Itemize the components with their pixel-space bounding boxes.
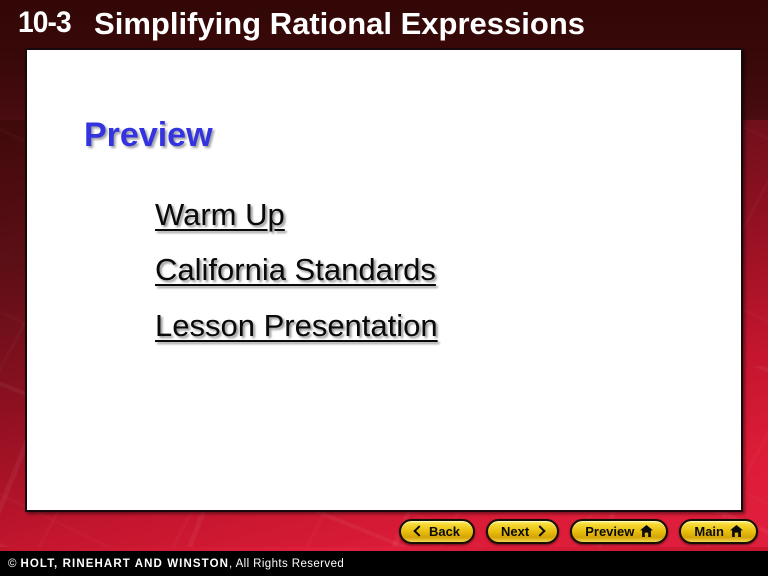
lesson-number: 10-3 bbox=[18, 6, 72, 39]
chevron-right-icon bbox=[535, 527, 544, 536]
slide-root: 10-3 Simplifying Rational Expressions Pr… bbox=[0, 0, 768, 576]
preview-link-list: Warm Up California Standards Lesson Pres… bbox=[155, 198, 438, 343]
publisher-name: HOLT, RINEHART AND WINSTON bbox=[20, 557, 230, 570]
copyright-text: © HOLT, RINEHART AND WINSTON, All Rights… bbox=[8, 558, 344, 570]
link-lesson-presentation[interactable]: Lesson Presentation bbox=[155, 308, 438, 342]
slide-content-panel: Preview Warm Up California Standards Les… bbox=[25, 48, 743, 512]
next-button-label: Next bbox=[501, 523, 530, 539]
main-button-label: Main bbox=[694, 523, 724, 539]
back-button-label: Back bbox=[428, 523, 461, 539]
lesson-title: Simplifying Rational Expressions bbox=[94, 5, 585, 41]
main-button[interactable]: Main bbox=[679, 518, 758, 544]
link-california-standards[interactable]: California Standards bbox=[155, 253, 436, 287]
copyright-symbol: © bbox=[8, 557, 21, 570]
footer-bar: © HOLT, RINEHART AND WINSTON, All Rights… bbox=[0, 551, 768, 576]
home-icon bbox=[730, 525, 743, 537]
link-warm-up[interactable]: Warm Up bbox=[155, 198, 285, 232]
preview-button-label: Preview bbox=[585, 523, 635, 539]
home-icon bbox=[640, 525, 654, 537]
next-button[interactable]: Next bbox=[486, 518, 560, 544]
chevron-left-icon bbox=[414, 527, 423, 536]
rights-reserved: , All Rights Reserved bbox=[229, 557, 345, 570]
preview-button[interactable]: Preview bbox=[570, 518, 669, 544]
back-button[interactable]: Back bbox=[398, 518, 476, 544]
page-title: Preview bbox=[84, 116, 213, 154]
slide-header: 10-3 Simplifying Rational Expressions bbox=[0, 0, 768, 46]
navigation-bar: Back Next Preview Main bbox=[398, 518, 758, 544]
